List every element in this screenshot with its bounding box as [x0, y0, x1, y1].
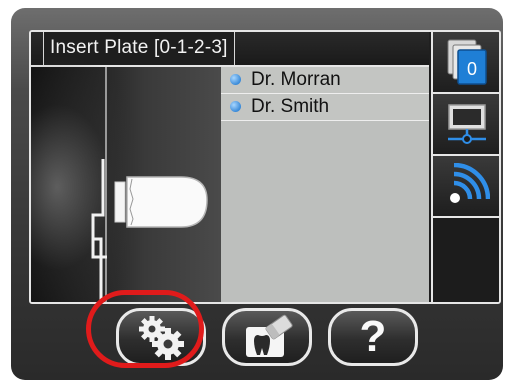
wireless-button[interactable] — [433, 156, 499, 218]
plate-count-badge: 0 — [467, 59, 477, 79]
tooth-eraser-icon — [246, 314, 293, 357]
plates-button[interactable]: 0 — [433, 32, 499, 94]
list-item[interactable]: Dr. Smith — [221, 94, 429, 121]
dentist-name: Dr. Smith — [251, 96, 330, 117]
scanner-panel: Insert Plate [0-1-2-3] Dr. Morran Dr. Sm… — [11, 8, 503, 380]
help-button[interactable]: ? — [328, 308, 418, 366]
plates-stack-icon: 0 — [447, 39, 487, 85]
dentist-name: Dr. Morran — [251, 69, 341, 90]
list-item[interactable]: Dr. Morran — [221, 67, 429, 94]
monitor-icon — [448, 104, 486, 144]
main-screen: Insert Plate [0-1-2-3] Dr. Morran Dr. Sm… — [29, 30, 501, 304]
erase-plate-button[interactable] — [222, 308, 312, 366]
wireless-icon — [450, 163, 490, 203]
plate-insert-illustration — [31, 57, 221, 302]
display-button[interactable] — [433, 94, 499, 156]
sidebar: 0 — [431, 32, 499, 302]
settings-highlight-circle — [86, 290, 204, 368]
status-dot-icon — [230, 101, 241, 112]
status-dot-icon — [230, 74, 241, 85]
imaging-plate-graphic — [91, 67, 208, 302]
dentist-list: Dr. Morran Dr. Smith — [221, 67, 429, 302]
help-icon: ? — [359, 312, 387, 361]
